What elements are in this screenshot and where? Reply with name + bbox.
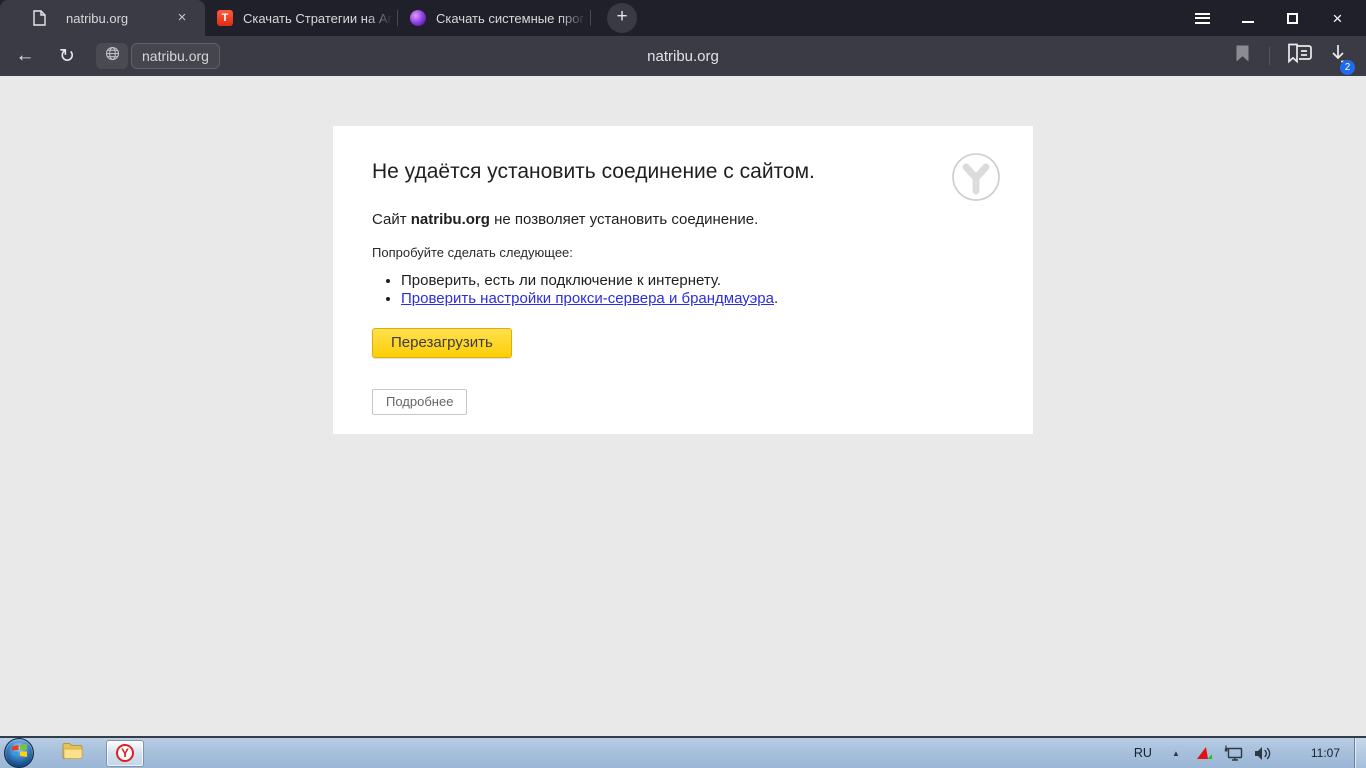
network-icon[interactable] — [1224, 745, 1243, 761]
back-button[interactable]: ← — [8, 45, 42, 67]
menu-icon — [1195, 10, 1210, 26]
system-tray: RU ▲ 11:07 — [1134, 738, 1366, 768]
url-text: natribu.org — [142, 48, 209, 64]
proxy-settings-link[interactable]: Проверить настройки прокси-сервера и бра… — [401, 290, 774, 307]
message-prefix: Сайт — [372, 211, 411, 228]
tab-natribu[interactable]: natribu.org × — [0, 0, 205, 36]
folder-icon — [62, 742, 84, 765]
yandex-browser-logo-icon — [952, 153, 1000, 201]
new-tab-button[interactable]: + — [607, 3, 637, 33]
language-indicator[interactable]: RU — [1134, 746, 1152, 760]
toolbar: ← ↻ natribu.org natribu.org — [0, 36, 1366, 76]
suggestions-list: Проверить, есть ли подключение к интерне… — [401, 272, 1033, 307]
window-controls: × — [1180, 0, 1360, 36]
tab-title: Скачать системные прогр — [436, 11, 586, 26]
minimize-icon — [1242, 21, 1254, 23]
windows-logo-icon — [11, 743, 28, 763]
download-count-badge: 2 — [1340, 60, 1355, 75]
message-domain: natribu.org — [411, 211, 490, 228]
app-tray-icon[interactable] — [1196, 746, 1213, 760]
windows-taskbar: Y RU ▲ — [0, 736, 1366, 768]
browser-menu-button[interactable] — [1180, 0, 1225, 36]
browser-viewport: Не удаётся установить соединение с сайто… — [0, 76, 1366, 736]
clock[interactable]: 11:07 — [1311, 746, 1340, 760]
refresh-button[interactable]: ↻ — [52, 45, 82, 68]
volume-icon[interactable] — [1254, 746, 1272, 761]
collections-icon — [1287, 43, 1313, 69]
tab-title: Скачать Стратегии на And — [243, 11, 393, 26]
tab-bar: natribu.org × T Скачать Стратегии на And… — [0, 0, 1366, 36]
bookmark-icon — [1236, 45, 1249, 67]
site-badge[interactable] — [96, 43, 128, 69]
show-desktop-button[interactable] — [1354, 738, 1366, 768]
collections-button[interactable] — [1282, 43, 1318, 69]
close-icon: × — [1333, 10, 1343, 27]
error-heading: Не удаётся установить соединение с сайто… — [372, 160, 1033, 184]
suggestion-item: Проверить, есть ли подключение к интерне… — [401, 272, 1033, 290]
toolbar-right: 2 — [1227, 43, 1366, 69]
tab-strategies[interactable]: T Скачать Стратегии на And — [205, 0, 397, 36]
maximize-icon — [1287, 13, 1298, 24]
tab-title: natribu.org — [66, 11, 128, 26]
tab-divider — [590, 10, 591, 26]
purple-sphere-icon — [410, 10, 426, 26]
message-suffix: не позволяет установить соединение. — [490, 211, 758, 228]
minimize-button[interactable] — [1225, 0, 1270, 36]
bookmark-button[interactable] — [1227, 45, 1257, 67]
downloads-button[interactable]: 2 — [1318, 44, 1358, 68]
reload-button[interactable]: Перезагрузить — [372, 328, 512, 358]
close-window-button[interactable]: × — [1315, 0, 1360, 36]
start-button[interactable] — [4, 738, 34, 768]
suggestion-text: Проверить, есть ли подключение к интерне… — [401, 272, 721, 289]
connection-error-card: Не удаётся установить соединение с сайто… — [333, 126, 1033, 434]
suggestion-suffix: . — [774, 290, 778, 307]
explorer-taskbar-button[interactable] — [56, 740, 90, 766]
suggestions-title: Попробуйте сделать следующее: — [372, 245, 1033, 260]
globe-icon — [105, 46, 120, 66]
yandex-browser-icon: Y — [116, 744, 134, 762]
toolbar-divider — [1269, 47, 1270, 65]
document-icon — [33, 10, 46, 26]
close-tab-icon[interactable]: × — [173, 9, 191, 27]
address-bar[interactable]: natribu.org — [131, 43, 220, 69]
error-message: Сайт natribu.org не позволяет установить… — [372, 211, 1033, 228]
tab-system-programs[interactable]: Скачать системные прогр — [398, 0, 590, 36]
suggestion-item: Проверить настройки прокси-сервера и бра… — [401, 290, 1033, 308]
details-button[interactable]: Подробнее — [372, 389, 467, 415]
show-hidden-icons-arrow[interactable]: ▲ — [1172, 749, 1180, 758]
yandex-browser-taskbar-button[interactable]: Y — [106, 740, 144, 767]
maximize-button[interactable] — [1270, 0, 1315, 36]
letter-t-icon: T — [217, 10, 233, 26]
